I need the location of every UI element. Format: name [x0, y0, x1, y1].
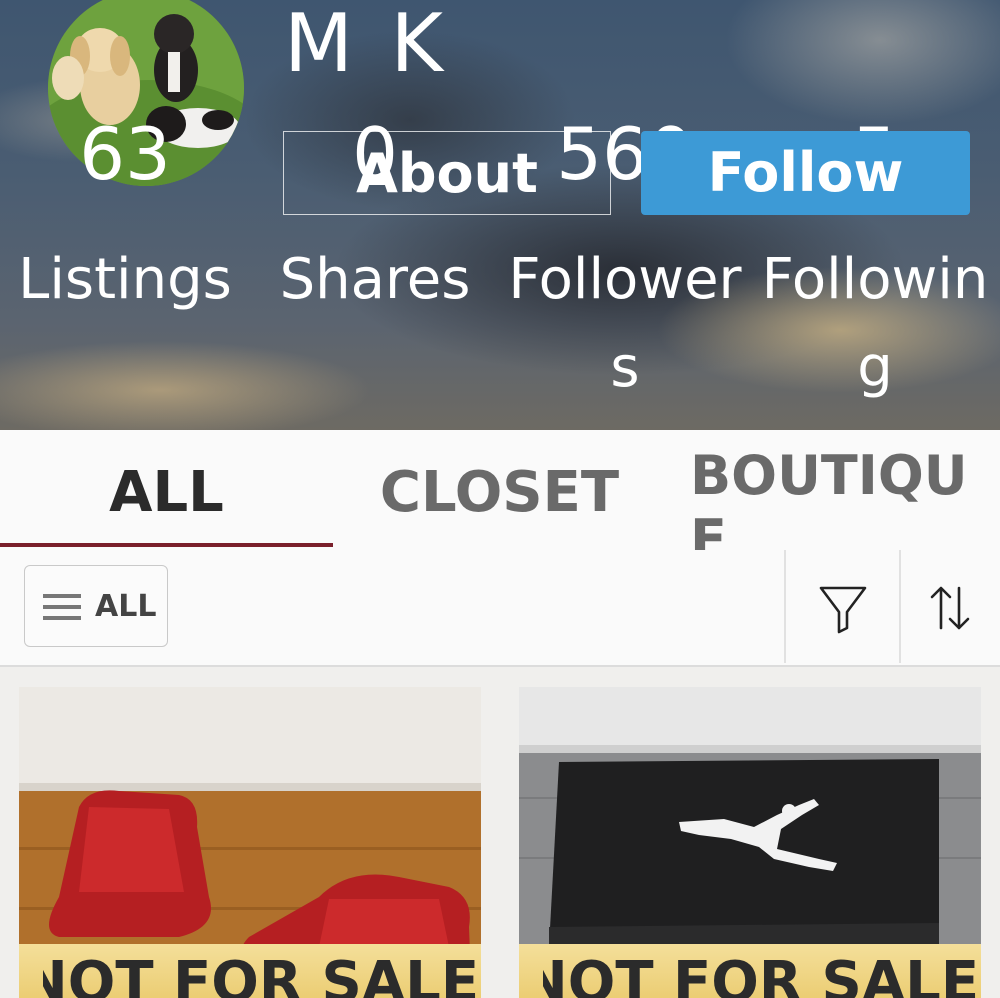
category-dropdown-label: ALL	[95, 589, 157, 624]
sort-button[interactable]	[910, 568, 990, 648]
divider	[899, 550, 901, 663]
filter-button[interactable]	[803, 568, 883, 648]
about-button[interactable]: About	[283, 131, 611, 215]
tab-all[interactable]: ALL	[0, 430, 333, 550]
stat-followers-label: Followers	[508, 247, 742, 400]
sort-arrows-icon	[930, 586, 970, 630]
follow-button[interactable]: Follow	[641, 131, 970, 215]
listing-card[interactable]: NOT FOR SALE	[519, 687, 981, 998]
filter-funnel-icon	[819, 586, 867, 634]
menu-lines-icon	[43, 594, 81, 620]
tab-boutique[interactable]: BOUTIQUE	[690, 430, 980, 550]
profile-header: M K 63 Listings 0 Shares 560 Followers 5…	[0, 0, 1000, 430]
stat-following-label: Following	[761, 247, 989, 400]
stat-listings-label: Listings	[18, 247, 232, 312]
filter-bar: ALL	[0, 550, 1000, 667]
stat-listings-value: 63	[79, 112, 171, 196]
not-for-sale-badge: NOT FOR SALE	[19, 944, 481, 998]
profile-name: M K	[284, 0, 449, 90]
listing-grid: NOT FOR SALE NOT FOR SALE	[0, 667, 1000, 998]
category-dropdown-button[interactable]: ALL	[24, 565, 168, 647]
divider	[784, 550, 786, 663]
closet-tabs: ALL CLOSET BOUTIQUE	[0, 430, 1000, 550]
not-for-sale-badge: NOT FOR SALE	[519, 944, 981, 998]
stat-shares-label: Shares	[279, 247, 471, 312]
listing-card[interactable]: NOT FOR SALE	[19, 687, 481, 998]
tab-closet[interactable]: CLOSET	[333, 430, 666, 550]
